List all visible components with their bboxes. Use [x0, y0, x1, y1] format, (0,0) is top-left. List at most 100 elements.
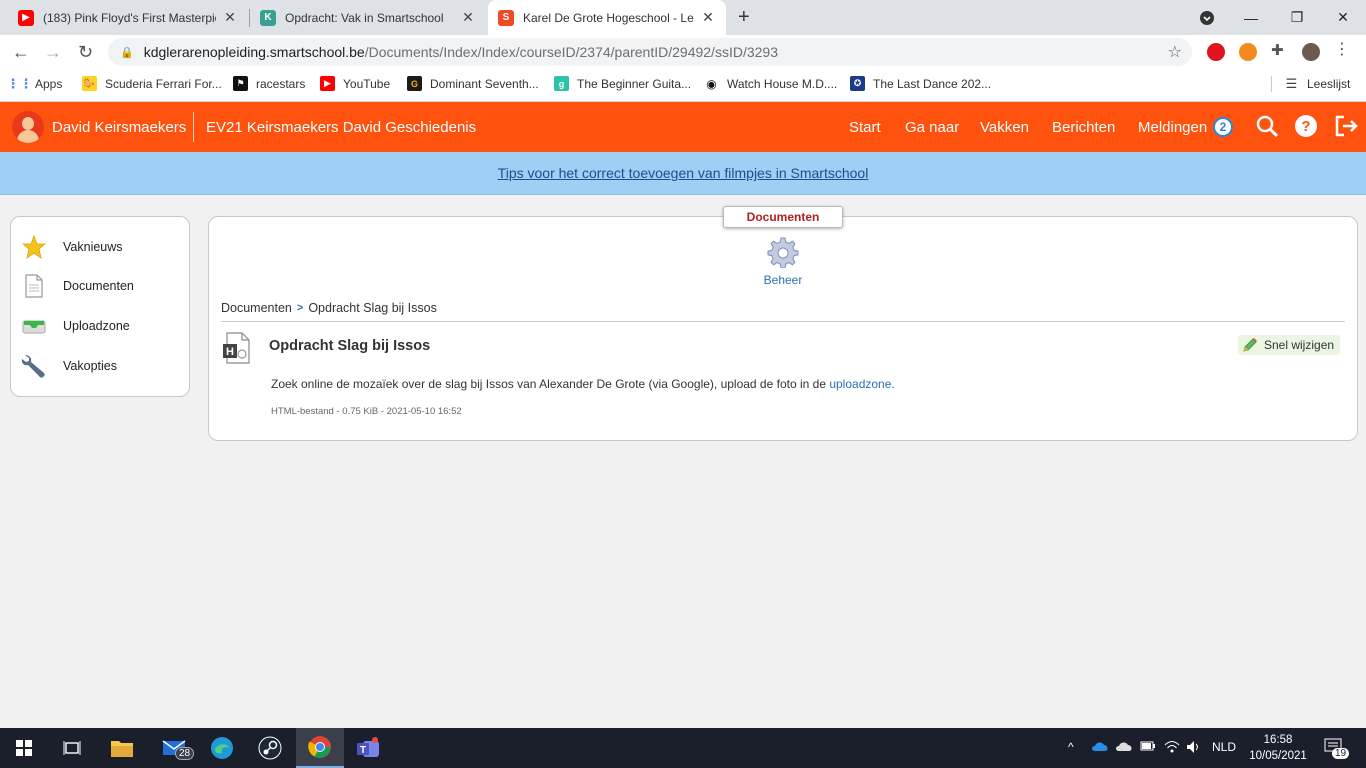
file-explorer-icon[interactable] [98, 728, 146, 768]
description-text: Zoek online de mozaïek over de slag bij … [271, 377, 830, 391]
bookmark-last-dance[interactable]: ✪ The Last Dance 202... [850, 76, 991, 91]
nav-meldingen[interactable]: Meldingen [1138, 119, 1207, 136]
nav-vakken[interactable]: Vakken [980, 119, 1029, 136]
tray-expand-icon[interactable]: ^ [1068, 740, 1074, 754]
quick-edit-button[interactable]: Snel wijzigen [1238, 335, 1340, 355]
onedrive-icon[interactable] [1091, 740, 1109, 755]
close-tab-icon[interactable]: ✕ [460, 9, 476, 26]
bookmark-label: Dominant Seventh... [430, 76, 539, 91]
course-title[interactable]: EV21 Keirsmaekers David Geschiedenis [206, 119, 476, 136]
url-host: kdglerarenopleiding.smartschool.be [143, 44, 365, 60]
extensions-puzzle-icon[interactable]: ✚ [1271, 41, 1289, 59]
ferrari-icon: 🐎 [82, 76, 97, 91]
course-sidebar: Vaknieuws Documenten Uploadzone Vakoptie… [10, 216, 190, 397]
address-bar[interactable]: 🔒 kdglerarenopleiding.smartschool.be/Doc… [108, 38, 1192, 66]
smartschool-header: David Keirsmaekers EV21 Keirsmaekers Dav… [0, 102, 1366, 152]
bookmark-apps[interactable]: ⋮⋮ Apps [7, 76, 63, 91]
lock-icon: 🔒 [120, 46, 134, 59]
tab-title: (183) Pink Floyd's First Masterpie [43, 10, 216, 25]
task-view-icon[interactable] [48, 728, 96, 768]
battery-icon[interactable] [1140, 740, 1156, 755]
svg-text:?: ? [1301, 118, 1310, 135]
info-banner: Tips voor het correct toevoegen van film… [0, 152, 1366, 195]
browser-toolbar: ← → ↻ 🔒 kdglerarenopleiding.smartschool.… [0, 35, 1366, 69]
chevron-right-icon: > [296, 302, 304, 314]
nav-start[interactable]: Start [849, 119, 881, 136]
tab-search-icon[interactable] [1184, 0, 1230, 35]
uploadzone-link[interactable]: uploadzone. [829, 377, 894, 391]
system-clock[interactable]: 16:58 10/05/2021 [1248, 732, 1308, 764]
browser-tab-youtube[interactable]: ▶ (183) Pink Floyd's First Masterpie ✕ [8, 0, 248, 35]
bookmark-dominant-seventh[interactable]: G Dominant Seventh... [407, 76, 539, 91]
banner-link[interactable]: Tips voor het correct toevoegen van film… [498, 165, 869, 181]
minimize-icon[interactable]: — [1228, 0, 1274, 35]
sidebar-item-uploadzone[interactable]: Uploadzone [21, 311, 130, 341]
help-icon[interactable]: ? [1294, 114, 1318, 138]
panel-section-tab[interactable]: Documenten [723, 206, 843, 228]
windows-start-icon[interactable] [0, 728, 48, 768]
edge-browser-icon[interactable] [198, 728, 246, 768]
volume-icon[interactable] [1186, 740, 1202, 757]
browser-menu-icon[interactable]: ⋮ [1334, 39, 1352, 58]
close-tab-icon[interactable]: ✕ [700, 9, 716, 26]
reload-icon[interactable]: ↻ [78, 42, 93, 63]
nav-ga-naar[interactable]: Ga naar [905, 119, 959, 136]
sidebar-item-vakopties[interactable]: Vakopties [21, 351, 117, 381]
youtube-icon: ▶ [18, 9, 34, 26]
clock-time: 16:58 [1263, 734, 1293, 746]
breadcrumb-root[interactable]: Documenten [221, 301, 292, 315]
html-file-icon[interactable]: H [222, 332, 252, 364]
nav-berichten[interactable]: Berichten [1052, 119, 1115, 136]
notifications-badge[interactable]: 2 [1213, 117, 1233, 137]
user-name[interactable]: David Keirsmaekers [52, 119, 186, 136]
reading-list-label: Leeslijst [1307, 77, 1351, 91]
bookmark-label: The Last Dance 202... [873, 76, 992, 91]
fire-extension-icon[interactable] [1239, 43, 1257, 61]
tab-title: Karel De Grote Hogeschool - Lere [523, 10, 694, 25]
bookmarks-bar: ⋮⋮ Apps 🐎 Scuderia Ferrari For... ⚑ race… [0, 69, 1366, 102]
bookmark-star-icon[interactable]: ☆ [1168, 42, 1182, 62]
chrome-taskbar-icon[interactable] [296, 728, 344, 768]
manage-button[interactable]: Beheer [753, 236, 813, 287]
adblock-extension-icon[interactable] [1207, 43, 1225, 61]
profile-avatar[interactable] [1302, 43, 1320, 61]
gear-icon [767, 237, 799, 269]
header-divider [193, 112, 194, 142]
mail-icon[interactable]: 28 [150, 728, 198, 768]
pencil-icon [1243, 338, 1257, 352]
document-meta: HTML-bestand - 0.75 KiB - 2021-05-10 16:… [271, 406, 462, 417]
language-indicator[interactable]: NLD [1212, 740, 1236, 754]
browser-tab-kdg[interactable]: S Karel De Grote Hogeschool - Lere ✕ [488, 0, 726, 35]
steam-icon[interactable] [246, 728, 294, 768]
bookmark-watch-house[interactable]: ◉ Watch House M.D.... [704, 76, 837, 91]
back-arrow-icon[interactable]: ← [12, 42, 30, 63]
beginner-guitar-icon: g [554, 76, 569, 91]
document-title[interactable]: Opdracht Slag bij Issos [269, 338, 430, 354]
bookmark-racestars[interactable]: ⚑ racestars [233, 76, 305, 91]
logout-icon[interactable] [1334, 114, 1358, 138]
cloud-icon[interactable] [1115, 740, 1133, 755]
forward-arrow-icon[interactable]: → [44, 42, 62, 63]
bookmark-label: The Beginner Guita... [577, 76, 692, 91]
svg-text:T: T [360, 745, 366, 756]
browser-tab-opdracht[interactable]: K Opdracht: Vak in Smartschool ✕ [250, 0, 486, 35]
wifi-icon[interactable] [1164, 740, 1180, 757]
search-icon[interactable] [1255, 114, 1279, 138]
close-window-icon[interactable]: ✕ [1320, 0, 1366, 35]
reading-list[interactable]: ☰ Leeslijst [1271, 76, 1350, 92]
user-avatar[interactable] [12, 111, 44, 143]
sidebar-item-documenten[interactable]: Documenten [21, 271, 134, 301]
sidebar-item-vaknieuws[interactable]: Vaknieuws [21, 232, 123, 262]
bookmark-youtube[interactable]: ▶ YouTube [320, 76, 390, 91]
new-tab-button[interactable]: + [738, 6, 750, 29]
bookmarks-divider [1271, 76, 1272, 92]
close-tab-icon[interactable]: ✕ [222, 9, 238, 26]
windows-taskbar: 28 T ^ NLD 16:58 10/05/2021 19 [0, 728, 1366, 768]
bookmark-beginner-guitar[interactable]: g The Beginner Guita... [554, 76, 691, 91]
browser-tab-strip: ▶ (183) Pink Floyd's First Masterpie ✕ K… [0, 0, 1366, 35]
teams-icon[interactable]: T [344, 728, 392, 768]
breadcrumb-divider [221, 321, 1345, 322]
restore-icon[interactable]: ❐ [1274, 0, 1320, 35]
bookmark-ferrari[interactable]: 🐎 Scuderia Ferrari For... [82, 76, 222, 91]
bookmark-label: Apps [35, 76, 63, 91]
